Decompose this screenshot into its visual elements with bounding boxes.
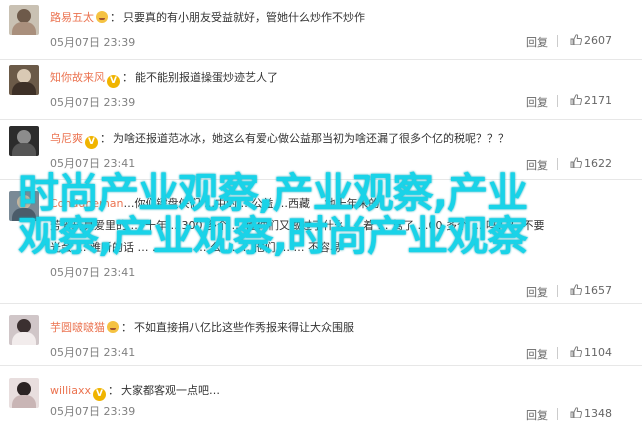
reply-button[interactable]: 回复 — [526, 346, 548, 362]
thumbs-up-icon — [570, 407, 582, 418]
reply-button[interactable]: 回复 — [526, 157, 548, 173]
vip-badge-icon: V — [107, 75, 120, 88]
colon-separator: ： — [122, 71, 133, 84]
thumbs-up-icon — [570, 94, 582, 105]
reply-button[interactable]: 回复 — [526, 407, 548, 423]
comment-feed: 路易五太：只要真的有小朋友受益就好，管她什么炒作不炒作 05月07日 23:39… — [0, 0, 642, 424]
like-button[interactable]: 1657 — [570, 284, 612, 297]
avatar[interactable] — [9, 65, 39, 95]
avatar[interactable] — [9, 315, 39, 345]
comment-text: 能不能别报道操蛋炒迹艺人了 — [135, 71, 278, 84]
comment-item: 乌尼爽 V：为啥还报道范冰冰，她这么有爱心做公益那当初为啥还漏了很多个亿的税呢？？… — [0, 120, 642, 180]
comment-time: 05月07日 23:39 — [50, 36, 136, 49]
comment-text-line2: 芳芳玩具爱里的 … 十年 …300 多个 … 面你们又做过了什么 … 着 … 驾… — [50, 219, 545, 232]
like-button[interactable]: 1104 — [570, 346, 612, 359]
like-count: 2607 — [584, 34, 612, 47]
comment-time: 05月07日 23:41 — [50, 346, 136, 359]
like-count: 1622 — [584, 157, 612, 170]
action-divider — [557, 35, 558, 47]
comment-text-line1: …你们键盘侠们 …中的 …公益 …西藏 …地十年来的 — [123, 197, 380, 210]
comment-time: 05月07日 23:41 — [50, 266, 136, 279]
like-button[interactable]: 1622 — [570, 157, 612, 170]
comment-time: 05月07日 23:39 — [50, 405, 136, 418]
like-button[interactable]: 1348 — [570, 407, 612, 420]
like-count: 1657 — [584, 284, 612, 297]
colon-separator: ： — [107, 384, 119, 397]
comment-text: 只要真的有小朋友受益就好，管她什么炒作不炒作 — [123, 11, 365, 24]
comment-text: 大家都客观一点吧… — [120, 384, 220, 397]
reply-button[interactable]: 回复 — [526, 94, 548, 110]
like-button[interactable]: 2607 — [570, 34, 612, 47]
avatar[interactable] — [9, 5, 39, 35]
avatar[interactable] — [9, 191, 39, 221]
emoji-icon — [96, 11, 108, 23]
comment-username[interactable]: 路易五太 — [50, 11, 94, 24]
emoji-icon — [107, 321, 119, 333]
colon-separator: ： — [110, 11, 121, 24]
comment-text-line3: 光会 … 难听的话 … … … … … 么 … … 他们 … … 不容易 — [50, 241, 341, 254]
comment-item: 芋圆啵啵猫：不如直接捐八亿比这些作秀报来得让大众围服 05月07日 23:41 … — [0, 304, 642, 366]
comment-username[interactable]: 乌尼爽 — [50, 132, 83, 145]
action-divider — [557, 285, 558, 297]
comment-username[interactable]: 芋圆啵啵猫 — [50, 321, 105, 334]
comment-username[interactable]: Conduneman — [50, 197, 124, 210]
comment-text: 不如直接捐八亿比这些作秀报来得让大众围服 — [134, 321, 354, 334]
reply-button[interactable]: 回复 — [526, 34, 548, 50]
thumbs-up-icon — [570, 284, 582, 295]
vip-badge-icon: V — [92, 388, 106, 401]
reply-button[interactable]: 回复 — [526, 284, 548, 300]
comment-item: williaxx V：大家都客观一点吧… 05月07日 23:39 回复 1348 — [0, 366, 642, 424]
comment-item: Conduneman…你们键盘侠们 …中的 …公益 …西藏 …地十年来的 芳芳玩… — [0, 180, 642, 304]
colon-separator: ： — [121, 321, 132, 334]
comment-text: 为啥还报道范冰冰，她这么有爱心做公益那当初为啥还漏了很多个亿的税呢？？？ — [113, 132, 509, 145]
thumbs-up-icon — [570, 346, 582, 357]
action-divider — [557, 95, 558, 107]
colon-separator: ： — [100, 132, 111, 145]
comment-item: 知你故来风 V：能不能别报道操蛋炒迹艺人了 05月07日 23:39 回复 217… — [0, 60, 642, 120]
thumbs-up-icon — [570, 34, 582, 45]
action-divider — [557, 408, 558, 420]
avatar[interactable] — [9, 378, 39, 408]
like-count: 2171 — [584, 94, 612, 107]
action-divider — [557, 158, 558, 170]
comment-username[interactable]: williaxx — [50, 384, 91, 397]
action-divider — [557, 347, 558, 359]
vip-badge-icon: V — [85, 136, 98, 149]
like-button[interactable]: 2171 — [570, 94, 612, 107]
like-count: 1348 — [584, 407, 612, 420]
comment-username[interactable]: 知你故来风 — [50, 71, 105, 84]
comment-time: 05月07日 23:39 — [50, 96, 136, 109]
comment-time: 05月07日 23:41 — [50, 157, 136, 170]
avatar[interactable] — [9, 126, 39, 156]
like-count: 1104 — [584, 346, 612, 359]
comment-item: 路易五太 ：只要真的有小朋友受益就好，管她什么炒作不炒作 05月07日 23:39… — [0, 0, 642, 60]
thumbs-up-icon — [570, 157, 582, 168]
